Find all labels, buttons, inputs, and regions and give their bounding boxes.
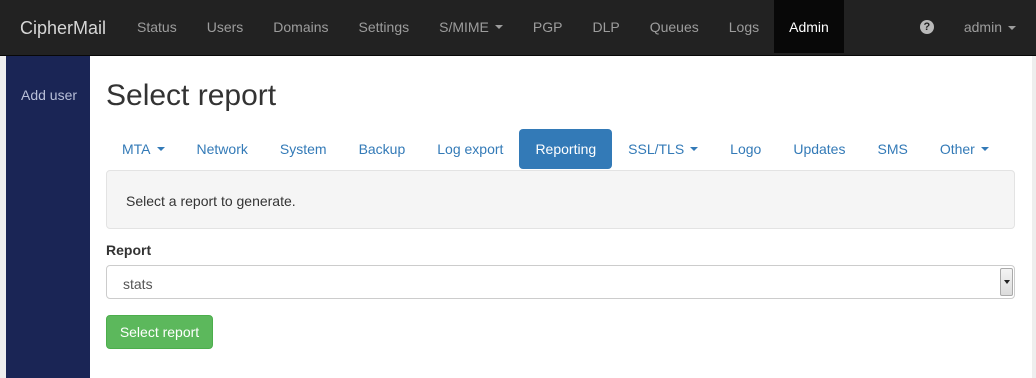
tab-label: Other [939, 141, 975, 157]
nav-item-label: Logs [728, 18, 760, 35]
page-title: Select report [106, 79, 277, 112]
tab-label: Logo [730, 141, 762, 157]
tab-updates[interactable]: Updates [777, 129, 861, 169]
nav-item-logs[interactable]: Logs [714, 0, 774, 53]
report-select[interactable]: stats [106, 265, 1015, 299]
main-nav: Status Users Domains Settings S/MIME PGP DLP Qu… [122, 0, 844, 56]
tab-label: Network [196, 141, 248, 157]
chevron-down-icon [494, 24, 503, 29]
tab-reporting[interactable]: Reporting [519, 129, 613, 169]
right-gutter [1032, 56, 1036, 378]
info-text: Select a report to generate. [126, 193, 296, 209]
tab-system[interactable]: System [264, 129, 343, 169]
nav-item-label: Admin [789, 18, 829, 35]
tab-label: SSL/TLS [628, 141, 685, 157]
tab-label: SMS [877, 141, 908, 157]
nav-item-admin[interactable]: Admin [774, 0, 844, 53]
nav-item-domains[interactable]: Domains [258, 0, 343, 53]
tab-ssl-tls[interactable]: SSL/TLS [612, 129, 714, 169]
tab-log-export[interactable]: Log export [421, 129, 519, 169]
nav-item-settings[interactable]: Settings [344, 0, 425, 53]
nav-item-label: Status [137, 18, 177, 35]
select-arrow-icon[interactable] [1000, 268, 1013, 296]
nav-item-label: Domains [273, 18, 329, 35]
nav-item-status[interactable]: Status [122, 0, 192, 53]
nav-item-label: DLP [592, 18, 620, 35]
nav-item-dlp[interactable]: DLP [577, 0, 634, 53]
nav-item-label: Queues [649, 18, 699, 35]
nav-item-label: Users [206, 18, 244, 35]
tab-label: Updates [793, 141, 846, 157]
question-circle-icon[interactable]: ? [919, 19, 934, 34]
chevron-down-icon [690, 147, 699, 151]
chevron-down-icon [980, 147, 989, 151]
brand-logo[interactable]: CipherMail [20, 18, 106, 39]
user-name: admin [963, 18, 1002, 35]
tab-label: System [279, 141, 327, 157]
tab-other[interactable]: Other [924, 129, 1005, 169]
chevron-down-icon [1008, 25, 1016, 30]
tab-logo[interactable]: Logo [714, 129, 777, 169]
tab-label: Reporting [535, 141, 597, 157]
tab-label: Log export [437, 141, 504, 157]
nav-item-s-mime[interactable]: S/MIME [424, 0, 518, 53]
nav-item-label: PGP [532, 18, 563, 35]
tab-network[interactable]: Network [181, 129, 264, 169]
sidebar-item-add-user[interactable]: Add user [21, 85, 81, 105]
report-label: Report [106, 242, 152, 258]
select-report-button[interactable]: Select report [106, 315, 213, 349]
report-select-value: stats [123, 276, 153, 292]
tab-label: Backup [358, 141, 406, 157]
tab-backup[interactable]: Backup [343, 129, 422, 169]
nav-item-users[interactable]: Users [192, 0, 259, 53]
tab-mta[interactable]: MTA [106, 129, 181, 169]
info-panel: Select a report to generate. [106, 170, 1015, 229]
user-menu[interactable]: admin [964, 19, 1036, 35]
top-navbar: CipherMail Status Users Domains Settings S/M… [0, 0, 1036, 56]
nav-item-label: Settings [358, 18, 410, 35]
chevron-down-icon [156, 147, 165, 151]
sidebar: Add user [6, 56, 90, 378]
admin-tabs: MTA Network System Backup Log export Reportin… [106, 129, 1015, 169]
nav-item-label: S/MIME [439, 18, 489, 35]
nav-item-queues[interactable]: Queues [635, 0, 714, 53]
tab-sms[interactable]: SMS [861, 129, 923, 169]
navbar-right: ? admin [919, 0, 1036, 53]
nav-item-pgp[interactable]: PGP [518, 0, 578, 53]
tab-label: MTA [122, 141, 151, 157]
